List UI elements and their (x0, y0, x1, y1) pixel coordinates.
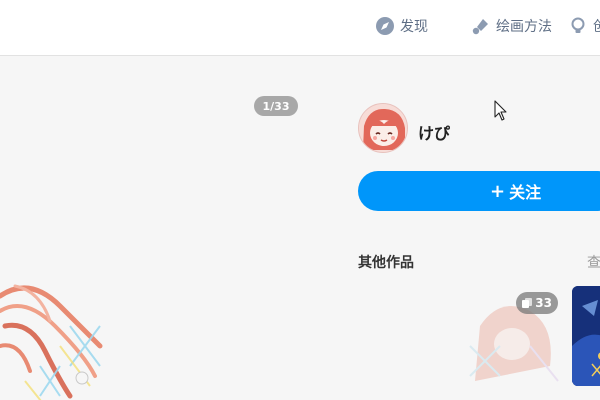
other-work-thumbnail[interactable]: 33 (460, 286, 564, 390)
artwork-image[interactable] (0, 266, 110, 400)
view-all-link[interactable]: 查 (587, 252, 600, 272)
nav-discover[interactable]: 发现 (375, 14, 428, 38)
brush-icon (472, 19, 488, 35)
compass-icon (376, 17, 394, 35)
nav-how-to-draw-label: 绘画方法 (496, 19, 552, 35)
lightbulb-icon (571, 17, 585, 33)
avatar-image (359, 104, 407, 152)
page-count: 33 (535, 296, 552, 310)
nav-discover-label: 发现 (400, 19, 428, 35)
author-name[interactable]: けぴ (418, 120, 450, 144)
avatar[interactable] (358, 103, 408, 153)
nav-create-label: 创 (593, 16, 600, 36)
pages-icon (522, 298, 533, 308)
other-works-heading: 其他作品 (358, 255, 414, 271)
nav-how-to-draw[interactable]: 绘画方法 (471, 14, 552, 38)
page-counter-badge: 1/33 (254, 96, 298, 116)
page-count-badge: 33 (516, 292, 558, 314)
mouse-cursor-icon (494, 100, 507, 121)
artwork-viewer[interactable]: 1/33 (0, 56, 330, 400)
thumbnail-image (572, 286, 600, 386)
follow-button[interactable]: + 关注 (358, 171, 600, 211)
top-navigation-bar: 发现 绘画方法 创 (0, 0, 600, 56)
follow-button-label: 关注 (509, 183, 542, 202)
plus-icon: + (490, 180, 506, 202)
nav-create[interactable]: 创 (568, 14, 600, 38)
other-work-thumbnail[interactable] (572, 286, 600, 386)
